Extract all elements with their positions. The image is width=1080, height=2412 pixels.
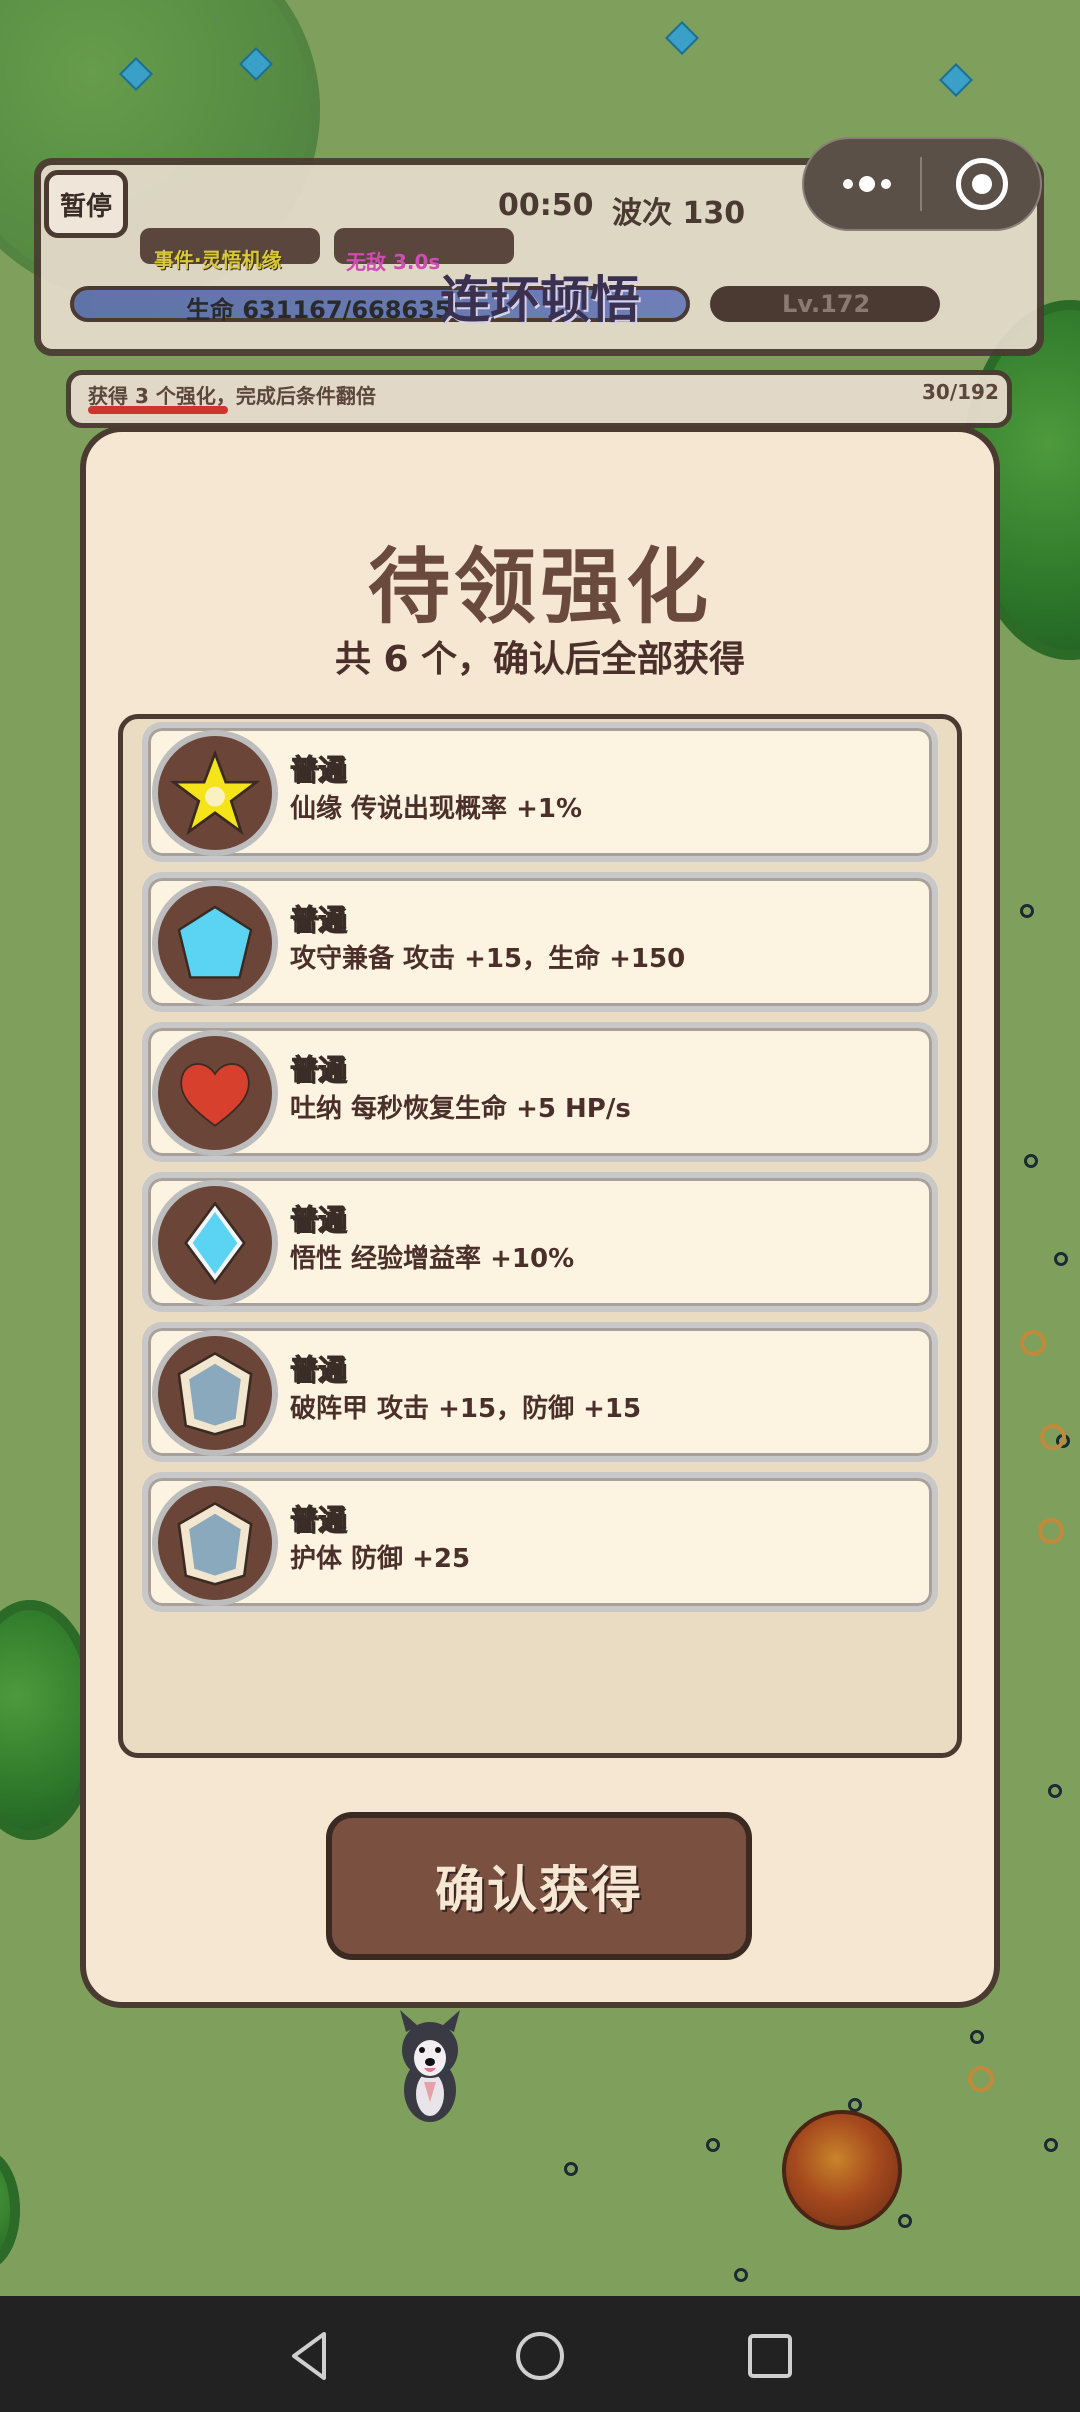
coin-pickup [1020,1330,1046,1356]
crystal-pentagon-icon [152,880,278,1006]
hp-label: 生命 631167/668635 [186,296,452,324]
star-icon [152,730,278,856]
invincible-label: 无敌 3.0s [346,250,441,274]
recent-apps-icon[interactable] [740,2326,800,2386]
enemy-marker [564,2162,578,2176]
reward-rarity: 普通 [289,753,347,787]
capsule-divider [920,157,922,211]
reward-rarity: 普通 [289,1203,347,1237]
quest-description: 获得 3 个强化，完成后条件翻倍 [88,384,376,408]
reward-description: 吐纳 每秒恢复生命 +5 HP/s [290,1094,631,1124]
shield-icon [152,1480,278,1606]
reward-description: 护体 防御 +25 [290,1544,471,1574]
diamond-icon [152,1180,278,1306]
tree-bush [0,2150,20,2270]
wave-counter: 波次 130 [612,196,746,231]
event-label: 事件·灵悟机缘 [154,248,282,272]
coin-pickup [968,2066,994,2092]
dialog-title: 待领强化 [367,540,712,635]
enemy-marker [734,2268,748,2282]
shield-icon [152,1330,278,1456]
enemy-marker [1048,1784,1062,1798]
gem-pickup [939,63,973,97]
reward-description: 仙缘 传说出现概率 +1% [290,794,583,824]
quest-count: 30/192 [922,380,999,404]
player-dog-character [380,2010,480,2130]
close-target-icon[interactable] [956,158,1008,210]
reward-description: 破阵甲 攻击 +15，防御 +15 [290,1394,642,1424]
heart-icon [152,1030,278,1156]
more-options-icon[interactable] [832,164,902,204]
enemy-marker [1024,1154,1038,1168]
virtual-joystick[interactable] [782,2110,902,2230]
enemy-marker [970,2030,984,2044]
reward-rarity: 普通 [289,1503,347,1537]
reward-rarity: 普通 [289,903,347,937]
enemy-marker [1054,1252,1068,1266]
coin-pickup [1040,1424,1066,1450]
enemy-marker [1020,904,1034,918]
enemy-marker [1044,2138,1058,2152]
level-label: Lv.172 [782,290,871,318]
pause-button[interactable]: 暂停 [44,170,128,238]
enemy-marker [706,2138,720,2152]
reward-rarity: 普通 [289,1353,347,1387]
home-icon[interactable] [510,2326,570,2386]
timer-display: 00:50 [498,188,594,223]
dialog-subtitle: 共 6 个，确认后全部获得 [334,639,746,680]
coin-pickup [1038,1518,1064,1544]
gem-pickup [665,21,699,55]
enemy-marker [898,2214,912,2228]
back-icon[interactable] [280,2326,340,2386]
quest-progress-fill [88,406,228,414]
reward-rarity: 普通 [289,1053,347,1087]
combo-banner: 连环顿悟 [440,271,640,329]
confirm-collect-button[interactable]: 确认获得 [326,1812,752,1960]
reward-description: 攻守兼备 攻击 +15，生命 +150 [290,944,686,974]
reward-description: 悟性 经验增益率 +10% [290,1244,575,1274]
